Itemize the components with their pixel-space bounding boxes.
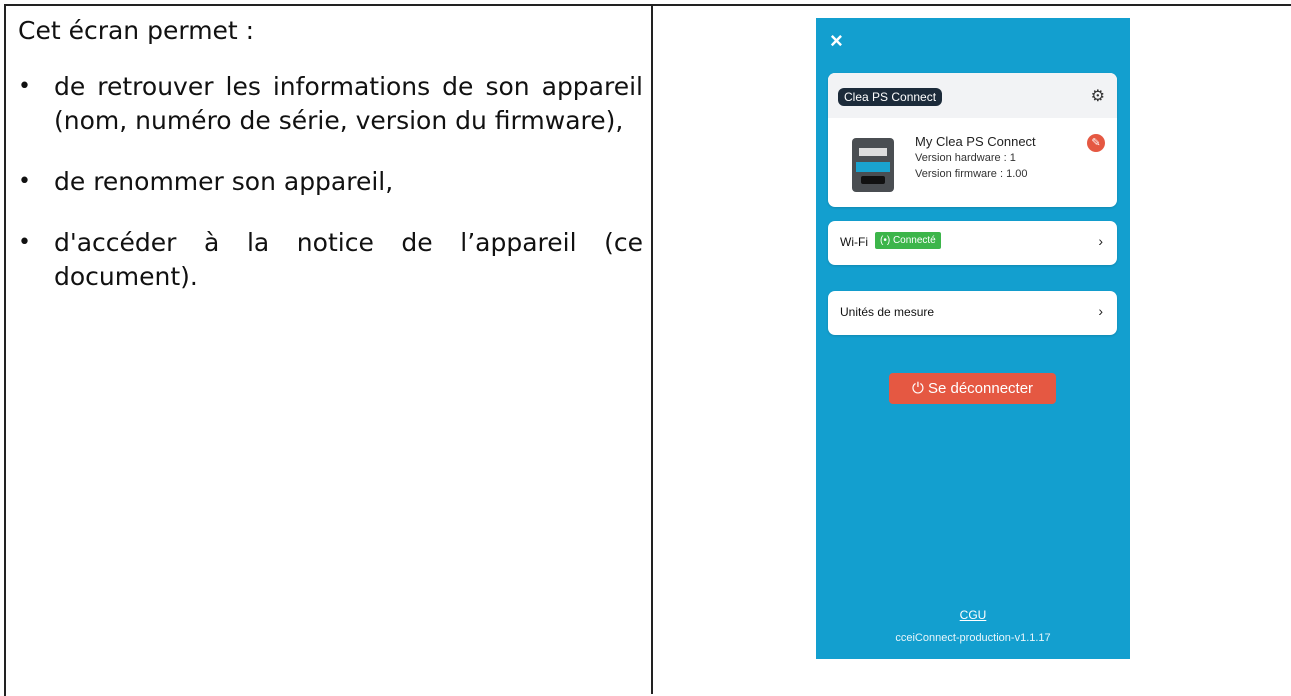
device-card-header: Clea PS Connect ⚙: [828, 73, 1117, 118]
list-item-text: d'accéder à la notice de l’appareil (ce …: [54, 228, 643, 291]
pencil-icon[interactable]: ✎: [1087, 134, 1105, 152]
close-icon[interactable]: ×: [830, 28, 843, 54]
wifi-status-badge: (•) Connecté: [875, 232, 941, 249]
device-type-tag: Clea PS Connect: [838, 88, 943, 106]
chevron-right-icon: ›: [1098, 303, 1103, 319]
intro-text: Cet écran permet :: [18, 16, 255, 45]
device-band: [856, 162, 890, 172]
device-image: [852, 138, 894, 192]
units-label: Unités de mesure: [840, 305, 935, 319]
device-screen: [859, 148, 887, 156]
units-row[interactable]: Unités de mesure ›: [828, 291, 1117, 335]
app-screenshot: × Clea PS Connect ⚙ My Clea PS Connect V…: [816, 18, 1130, 659]
device-card: Clea PS Connect ⚙ My Clea PS Connect Ver…: [828, 73, 1117, 207]
list-item-text: de retrouver les informations de son app…: [54, 72, 643, 135]
wifi-row[interactable]: Wi-Fi (•) Connecté ›: [828, 221, 1117, 265]
gear-icon[interactable]: ⚙: [1091, 86, 1105, 106]
chevron-right-icon: ›: [1098, 233, 1103, 249]
bullet-icon: •: [18, 230, 31, 255]
firmware-version: Version firmware : 1.00: [915, 168, 1028, 180]
device-base: [861, 176, 885, 184]
list-item: • de retrouver les informations de son ap…: [18, 70, 643, 138]
cgu-link[interactable]: CGU: [816, 608, 1130, 622]
column-divider: [651, 4, 653, 694]
feature-list: • de retrouver les informations de son ap…: [18, 70, 643, 294]
hardware-version: Version hardware : 1: [915, 152, 1016, 164]
list-item: • d'accéder à la notice de l’appareil (ce…: [18, 226, 643, 294]
bullet-icon: •: [18, 169, 31, 194]
app-version: cceiConnect-production-v1.1.17: [895, 632, 1051, 644]
list-item: • de renommer son appareil,: [18, 165, 643, 199]
wifi-label: Wi-Fi: [840, 235, 868, 249]
bullet-icon: •: [18, 74, 31, 99]
logout-button[interactable]: ⏻ Se déconnecter: [889, 373, 1056, 404]
description-cell: Cet écran permet : • de retrouver les inf…: [18, 14, 643, 321]
device-name: My Clea PS Connect: [915, 134, 1036, 149]
list-item-text: de renommer son appareil,: [54, 167, 394, 196]
